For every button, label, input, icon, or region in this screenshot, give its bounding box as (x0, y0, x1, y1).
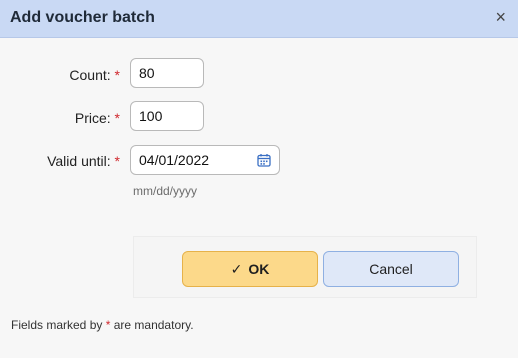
mandatory-fields-note: Fields marked by * are mandatory. (11, 318, 194, 332)
valid-until-label-text: Valid until: (47, 153, 111, 169)
ok-button[interactable]: ✓ OK (182, 251, 318, 287)
check-icon: ✓ (230, 261, 243, 277)
close-icon[interactable]: × (495, 7, 506, 27)
valid-until-required-mark: * (114, 153, 120, 169)
valid-until-input-value: 04/01/2022 (139, 152, 210, 168)
dialog-title: Add voucher batch (10, 9, 155, 26)
count-required-mark: * (114, 67, 120, 83)
count-input[interactable]: 80 (130, 58, 204, 88)
price-input[interactable]: 100 (130, 101, 204, 131)
price-label-text: Price: (74, 110, 111, 126)
count-label: Count: * (44, 67, 120, 83)
add-voucher-batch-dialog: Add voucher batch × Count: * 80 Price: *… (0, 0, 518, 358)
count-label-text: Count: (69, 67, 111, 83)
count-input-value: 80 (139, 65, 155, 81)
valid-until-input[interactable]: 04/01/2022 (130, 145, 280, 175)
footer-prefix: Fields marked by (11, 318, 103, 332)
valid-until-label: Valid until: * (20, 153, 120, 169)
footer-suffix: are mandatory. (113, 318, 194, 332)
date-format-hint: mm/dd/yyyy (133, 184, 198, 198)
price-input-value: 100 (139, 108, 163, 124)
ok-button-label: OK (248, 261, 270, 277)
footer-required-mark: * (105, 318, 111, 332)
cancel-button-label: Cancel (369, 261, 413, 277)
price-required-mark: * (114, 110, 120, 126)
calendar-icon[interactable] (257, 153, 271, 167)
cancel-button[interactable]: Cancel (323, 251, 459, 287)
price-label: Price: * (44, 110, 120, 126)
dialog-titlebar: Add voucher batch × (0, 0, 518, 38)
